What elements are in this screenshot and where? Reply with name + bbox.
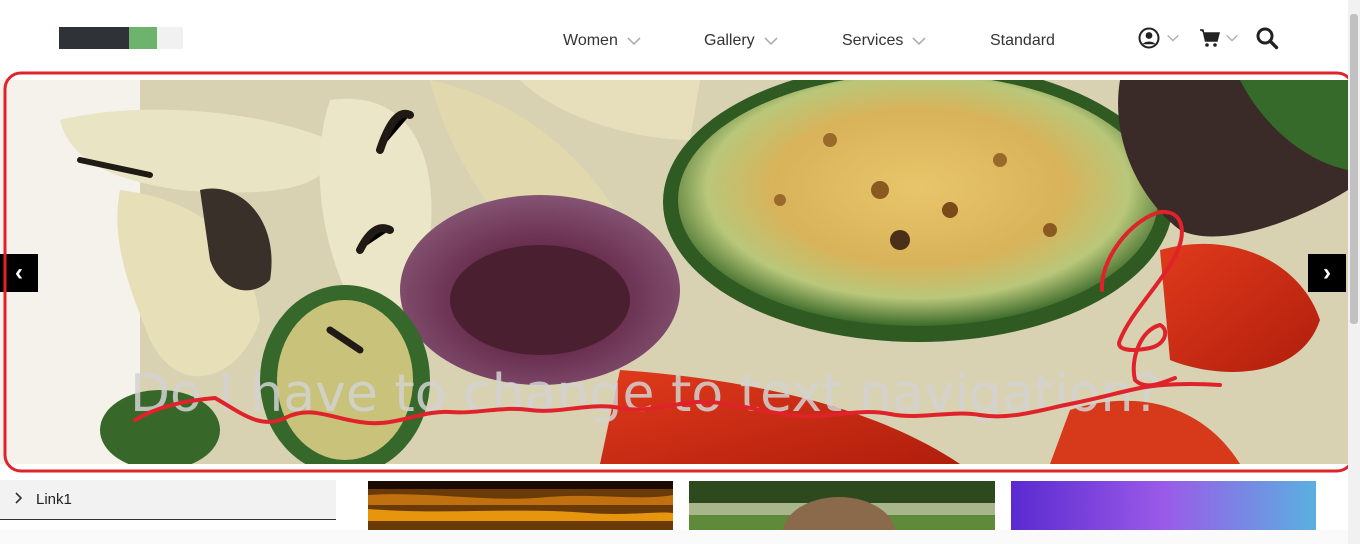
nav-label: Women xyxy=(563,32,618,49)
page-footer-strip xyxy=(0,530,1348,544)
user-menu-button[interactable] xyxy=(1138,27,1180,54)
chevron-down-icon xyxy=(1166,31,1180,50)
chevron-right-icon: › xyxy=(1323,259,1331,286)
carousel-prev-button[interactable]: ‹ xyxy=(0,254,38,292)
page-scrollbar[interactable] xyxy=(1348,0,1360,544)
nav-item-services[interactable]: Services xyxy=(842,29,927,53)
sidebar-link-1[interactable]: Link1 xyxy=(0,480,336,520)
search-button[interactable] xyxy=(1255,26,1279,55)
nav-label: Services xyxy=(842,32,904,49)
thumbnail-abstract[interactable] xyxy=(1011,481,1316,530)
page: Women Gallery Services Standard Do I hav… xyxy=(0,0,1360,544)
nav-item-women[interactable]: Women xyxy=(563,29,642,53)
hero-caption: Do I have to change to text navigation? xyxy=(130,364,1162,424)
search-icon xyxy=(1255,26,1279,55)
chevron-down-icon xyxy=(911,33,927,49)
thumbnail-animal[interactable] xyxy=(689,481,995,530)
nav-label: Gallery xyxy=(704,32,755,49)
chevron-down-icon xyxy=(763,33,779,49)
chevron-down-icon xyxy=(1225,31,1239,50)
scrollbar-thumb[interactable] xyxy=(1350,14,1358,324)
site-header: Women Gallery Services Standard xyxy=(0,0,1348,76)
user-icon xyxy=(1138,27,1160,54)
nav-item-gallery[interactable]: Gallery xyxy=(704,29,779,53)
thumbnail-sunset[interactable] xyxy=(368,481,673,530)
cart-icon xyxy=(1199,27,1221,54)
chevron-down-icon xyxy=(626,33,642,49)
nav-item-standard[interactable]: Standard xyxy=(990,29,1055,53)
nav-label: Standard xyxy=(990,32,1055,49)
cart-menu-button[interactable] xyxy=(1199,28,1239,52)
chevron-right-icon xyxy=(14,491,28,508)
carousel-next-button[interactable]: › xyxy=(1308,254,1346,292)
hero-carousel: Do I have to change to text navigation? … xyxy=(0,80,1348,464)
site-logo[interactable] xyxy=(59,27,183,49)
sidebar-link-label: Link1 xyxy=(36,491,72,508)
chevron-left-icon: ‹ xyxy=(15,259,23,286)
